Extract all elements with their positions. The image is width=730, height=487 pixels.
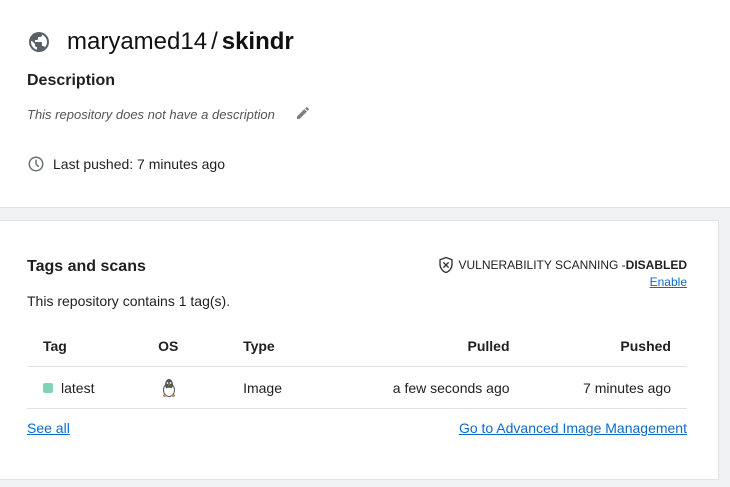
globe-icon [29, 32, 49, 52]
tags-and-scans-card: Tags and scans VULNERABILITY SCANNING - … [0, 220, 719, 480]
repo-title: maryamed14/skindr [27, 27, 294, 57]
column-header-os: OS [158, 326, 244, 367]
tags-card-title: Tags and scans [27, 258, 146, 275]
column-header-tag: Tag [27, 326, 159, 367]
column-header-pushed: Pushed [509, 326, 687, 367]
column-header-type: Type [243, 326, 348, 367]
table-header-row: Tag OS Type Pulled Pushed [27, 326, 687, 367]
description-text: This repository does not have a descript… [27, 107, 275, 122]
repo-namespace[interactable]: maryamed14 [67, 28, 207, 55]
linux-icon [162, 378, 176, 397]
last-pushed: Last pushed: 7 minutes ago [27, 155, 225, 173]
last-pushed-text: Last pushed: 7 minutes ago [53, 156, 226, 172]
tag-pushed: 7 minutes ago [509, 366, 687, 409]
pencil-icon[interactable] [295, 105, 311, 121]
tag-name[interactable]: latest [61, 380, 94, 396]
clock-icon [28, 156, 44, 172]
tags-table: Tag OS Type Pulled Pushed latest Image a… [27, 326, 687, 409]
repository-header-panel: maryamed14/skindr Description This repos… [0, 0, 730, 208]
tag-pulled: a few seconds ago [347, 366, 510, 409]
vulnerability-label: VULNERABILITY SCANNING - [458, 258, 626, 272]
vulnerability-scanning-status: VULNERABILITY SCANNING - DISABLED [437, 256, 687, 274]
enable-scanning-link[interactable]: Enable [650, 275, 687, 289]
tag-count-text: This repository contains 1 tag(s). [27, 293, 231, 309]
tag-status-indicator [43, 382, 53, 393]
tag-type: Image [243, 366, 348, 409]
repo-name: skindr [221, 28, 294, 55]
description-heading: Description [27, 72, 116, 89]
vulnerability-state: DISABLED [625, 258, 687, 272]
see-all-link[interactable]: See all [27, 420, 70, 436]
repo-separator: / [211, 28, 218, 55]
shield-x-icon [438, 256, 453, 274]
table-row[interactable]: latest Image a few seconds ago 7 minutes… [27, 366, 687, 409]
advanced-image-management-link[interactable]: Go to Advanced Image Management [459, 420, 687, 436]
column-header-pulled: Pulled [347, 326, 510, 367]
